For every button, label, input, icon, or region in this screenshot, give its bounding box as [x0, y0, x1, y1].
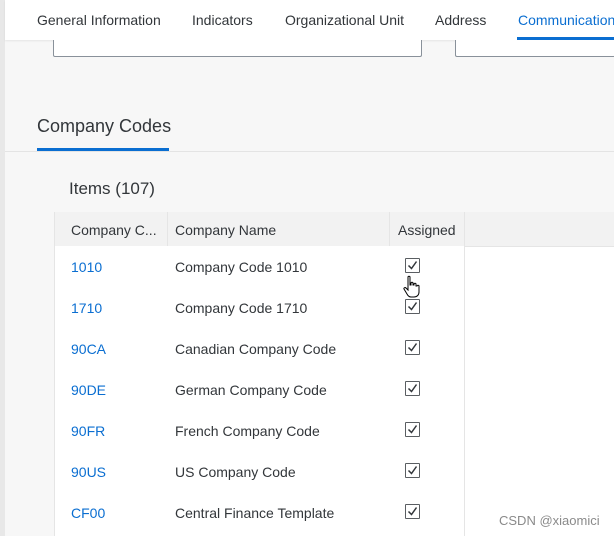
company-code-link[interactable]: CF00	[71, 505, 105, 521]
company-code-link[interactable]: 90CA	[71, 341, 106, 357]
section-divider	[5, 151, 614, 152]
assigned-checkbox[interactable]	[405, 422, 420, 437]
column-divider	[464, 212, 465, 246]
company-code-link[interactable]: 1010	[71, 259, 102, 275]
company-name: Company Code 1010	[175, 259, 308, 275]
check-icon	[407, 507, 418, 516]
input-field-bottom-edge[interactable]	[53, 40, 422, 57]
table-row[interactable]: 90FR French Company Code	[55, 410, 464, 452]
company-code-link[interactable]: 90FR	[71, 423, 105, 439]
assigned-checkbox[interactable]	[405, 504, 420, 519]
table-title: Items (107)	[69, 179, 155, 198]
table-header: Company C... Company Name Assigned	[55, 212, 614, 247]
company-name: French Company Code	[175, 423, 320, 439]
column-header-company-name[interactable]: Company Name	[175, 222, 276, 238]
table-row[interactable]: 90DE German Company Code	[55, 369, 464, 411]
company-codes-table: Company C... Company Name Assigned 1010 …	[54, 212, 614, 536]
company-name: German Company Code	[175, 382, 327, 398]
column-header-assigned[interactable]: Assigned	[398, 222, 456, 238]
company-name: Company Code 1710	[175, 300, 308, 316]
tab-organizational-unit[interactable]: Organizational Unit	[285, 12, 404, 28]
assigned-checkbox[interactable]	[405, 299, 420, 314]
company-code-link[interactable]: 90DE	[71, 382, 106, 398]
section-title[interactable]: Company Codes	[37, 116, 171, 137]
assigned-checkbox[interactable]	[405, 381, 420, 396]
tab-address[interactable]: Address	[435, 12, 486, 28]
tab-indicators[interactable]: Indicators	[192, 12, 253, 28]
table-row[interactable]: 90CA Canadian Company Code	[55, 328, 464, 370]
table-row[interactable]: 90US US Company Code	[55, 451, 464, 493]
hand-cursor-icon	[403, 275, 420, 298]
column-divider	[389, 212, 390, 246]
check-icon	[407, 384, 418, 393]
left-edge	[0, 0, 5, 536]
company-code-link[interactable]: 90US	[71, 464, 106, 480]
tab-bar: General Information Indicators Organizat…	[5, 0, 614, 40]
check-icon	[407, 302, 418, 311]
assigned-checkbox[interactable]	[405, 258, 420, 273]
check-icon	[407, 466, 418, 475]
check-icon	[407, 343, 418, 352]
column-header-company-code[interactable]: Company C...	[71, 222, 157, 238]
check-icon	[407, 425, 418, 434]
page: General Information Indicators Organizat…	[0, 0, 614, 536]
table-right-border	[464, 246, 465, 536]
company-code-link[interactable]: 1710	[71, 300, 102, 316]
table-row[interactable]: CF00 Central Finance Template	[55, 492, 464, 536]
input-field-bottom-edge[interactable]	[455, 40, 614, 57]
check-icon	[407, 261, 418, 270]
company-name: US Company Code	[175, 464, 296, 480]
column-divider	[167, 212, 168, 246]
company-name: Canadian Company Code	[175, 341, 337, 357]
tab-general-information[interactable]: General Information	[37, 12, 161, 28]
assigned-checkbox[interactable]	[405, 340, 420, 355]
watermark: CSDN @xiaomici	[499, 513, 600, 528]
assigned-checkbox[interactable]	[405, 463, 420, 478]
company-name: Central Finance Template	[175, 505, 335, 521]
tab-communication[interactable]: Communication	[518, 12, 614, 28]
